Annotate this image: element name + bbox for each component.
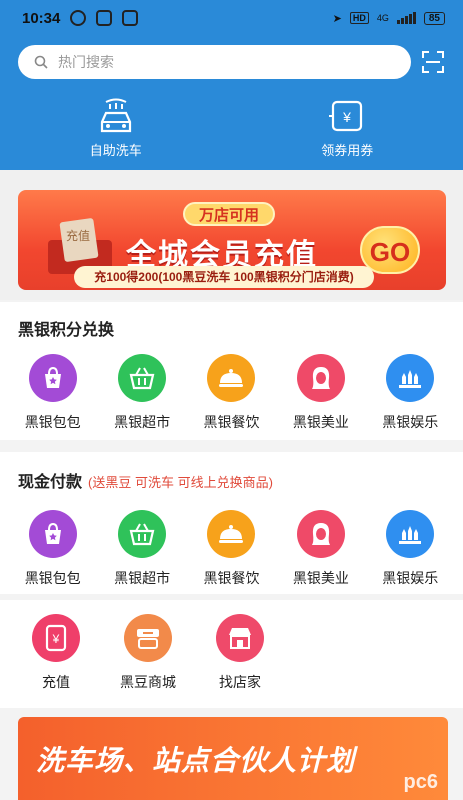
recharge-label: 充值 xyxy=(42,674,70,690)
basket-icon xyxy=(118,510,167,558)
points-item-supermarket[interactable]: 黑银超市 xyxy=(98,354,186,432)
points-item-label: 黑银美业 xyxy=(292,414,349,430)
coupon-button[interactable]: ¥ 领券用券 xyxy=(232,98,463,159)
find-store-button[interactable]: 找店家 xyxy=(196,614,284,692)
points-title: 黑银积分兑换 xyxy=(18,322,115,339)
alarm-icon xyxy=(70,10,87,26)
status-bar: 10:34 ➤ HD 4G 85 xyxy=(0,0,463,36)
more-section: ¥ 充值 黑豆商城 找店家 xyxy=(0,600,463,708)
mall-button[interactable]: 黑豆商城 xyxy=(104,614,192,692)
recharge-icon: ¥ xyxy=(32,614,80,662)
cash-grid: 黑银包包 黑银超市 黑银餐饮 黑银美业 黑银娱乐 xyxy=(0,510,463,588)
cash-note: (送黑豆 可洗车 可线上兑换商品) xyxy=(88,475,273,490)
notification-icon-2 xyxy=(122,10,139,26)
more-grid: ¥ 充值 黑豆商城 找店家 xyxy=(0,614,463,692)
car-wash-label: 自助洗车 xyxy=(89,143,142,158)
partner-banner[interactable]: 洗车场、站点合伙人计划 pc6 xyxy=(18,717,448,800)
points-section: 黑银积分兑换 黑银包包 黑银超市 黑银餐饮 黑银美业 黑银娱乐 xyxy=(0,302,463,440)
cash-section: 现金付款 (送黑豆 可洗车 可线上兑换商品) 黑银包包 黑银超市 黑银餐饮 黑银美… xyxy=(0,452,463,594)
search-row xyxy=(18,44,448,80)
hd-badge: HD xyxy=(349,12,369,24)
coupon-icon: ¥ xyxy=(329,100,363,132)
cash-item-label: 黑银娱乐 xyxy=(382,570,439,586)
location-icon: ➤ xyxy=(332,12,342,25)
points-item-bag[interactable]: 黑银包包 xyxy=(9,354,97,432)
mall-icon xyxy=(124,614,172,662)
search-input[interactable] xyxy=(58,54,358,70)
recharge-button[interactable]: ¥ 充值 xyxy=(12,614,100,692)
car-wash-icon xyxy=(100,98,131,133)
mall-label: 黑豆商城 xyxy=(120,674,176,690)
points-item-beauty[interactable]: 黑银美业 xyxy=(277,354,365,432)
cash-title-row: 现金付款 (送黑豆 可洗车 可线上兑换商品) xyxy=(18,468,273,492)
points-item-dining[interactable]: 黑银餐饮 xyxy=(187,354,275,432)
store-icon xyxy=(216,614,264,662)
svg-text:¥: ¥ xyxy=(342,109,351,125)
partner-title: 洗车场、站点合伙人计划 xyxy=(36,745,356,776)
cash-item-bag[interactable]: 黑银包包 xyxy=(9,510,97,588)
points-item-label: 黑银娱乐 xyxy=(382,414,439,430)
cash-title: 现金付款 xyxy=(18,474,83,491)
cash-item-entertainment[interactable]: 黑银娱乐 xyxy=(366,510,454,588)
banner-subtitle: 充100得200(100黑豆洗车 100黑银积分门店消费) xyxy=(74,266,374,288)
svg-text:充值: 充值 xyxy=(66,228,90,243)
notification-icon xyxy=(96,10,113,26)
signal-icon xyxy=(396,12,416,24)
basket-icon xyxy=(118,354,167,402)
entertainment-icon xyxy=(386,354,435,402)
bag-icon xyxy=(28,354,77,402)
svg-text:¥: ¥ xyxy=(52,632,60,646)
cash-item-beauty[interactable]: 黑银美业 xyxy=(277,510,365,588)
cash-item-label: 黑银超市 xyxy=(114,570,171,586)
promo-banner-area: 充值 万店可用 全城会员充值 GO 充100得200(100黑豆洗车 100黑银… xyxy=(0,170,463,300)
banner-tag: 万店可用 xyxy=(183,202,276,226)
scan-button[interactable] xyxy=(421,50,445,74)
points-item-label: 黑银餐饮 xyxy=(203,414,260,430)
scan-icon xyxy=(422,51,444,73)
cash-item-label: 黑银餐饮 xyxy=(203,570,260,586)
points-item-label: 黑银超市 xyxy=(114,414,171,430)
status-time: 10:34 xyxy=(22,9,61,27)
dish-icon xyxy=(207,354,256,402)
network-type: 4G xyxy=(376,13,389,23)
car-wash-button[interactable]: 自助洗车 xyxy=(0,98,232,159)
beauty-icon xyxy=(296,354,345,402)
status-right: ➤ HD 4G 85 xyxy=(332,11,445,25)
search-icon xyxy=(34,55,48,69)
search-bar[interactable] xyxy=(18,45,411,79)
battery-icon: 85 xyxy=(423,11,445,25)
cash-item-supermarket[interactable]: 黑银超市 xyxy=(98,510,186,588)
beauty-icon xyxy=(296,510,345,558)
bag-icon xyxy=(28,510,77,558)
cash-item-label: 黑银包包 xyxy=(24,570,81,586)
find-store-label: 找店家 xyxy=(219,674,261,690)
cash-item-label: 黑银美业 xyxy=(292,570,349,586)
header: 10:34 ➤ HD 4G 85 热门搜索 自助洗车 ¥ 领券用券 xyxy=(0,0,463,170)
points-grid: 黑银包包 黑银超市 黑银餐饮 黑银美业 黑银娱乐 xyxy=(0,354,463,432)
cash-item-dining[interactable]: 黑银餐饮 xyxy=(187,510,275,588)
header-actions: 自助洗车 ¥ 领券用券 xyxy=(0,98,463,159)
entertainment-icon xyxy=(386,510,435,558)
points-item-label: 黑银包包 xyxy=(24,414,81,430)
coupon-label: 领券用券 xyxy=(321,143,374,158)
points-item-entertainment[interactable]: 黑银娱乐 xyxy=(366,354,454,432)
dish-icon xyxy=(207,510,256,558)
watermark: pc6 xyxy=(403,771,438,793)
